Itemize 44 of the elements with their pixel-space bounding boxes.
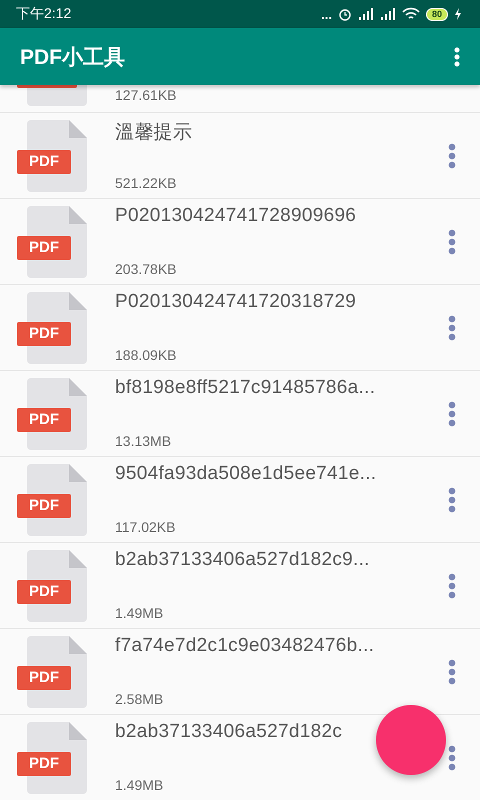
file-size: 1.49MB — [115, 776, 164, 792]
app-title: PDF小工具 — [20, 44, 125, 70]
file-size: 1.49MB — [115, 604, 164, 620]
file-size: 117.02KB — [115, 518, 176, 534]
charging-icon — [454, 8, 462, 20]
more-options-icon[interactable] — [448, 314, 456, 340]
file-size: 521.22KB — [115, 174, 178, 190]
file-name: 9504fa93da508e1d5ee741e... — [115, 462, 378, 484]
signal-icon — [358, 8, 374, 20]
file-row[interactable]: PDF P020130424741720318729 188.09KB — [0, 285, 480, 371]
notification-dots: ... — [321, 6, 332, 22]
file-row[interactable]: PDF 溫馨提示 521.22KB — [0, 113, 480, 199]
file-name: 溫馨提示 — [115, 120, 194, 144]
file-name: b2ab37133406a527d182c9... — [115, 548, 371, 570]
file-row[interactable]: PDF 9504fa93da508e1d5ee741e... 117.02KB — [0, 457, 480, 543]
file-name: bf8198e8ff5217c91485786a... — [115, 376, 376, 398]
file-row[interactable]: PDF P020130424741728909696 203.78KB — [0, 199, 480, 285]
more-options-icon[interactable] — [448, 658, 456, 684]
file-size: 2.58MB — [115, 690, 164, 706]
signal-icon — [380, 8, 396, 20]
file-size: 203.78KB — [115, 260, 178, 276]
file-size: 13.13MB — [115, 432, 172, 448]
more-options-icon[interactable] — [448, 400, 456, 426]
more-options-icon[interactable] — [448, 744, 456, 770]
file-size: 127.61KB — [115, 86, 178, 102]
battery-indicator: 80 — [426, 8, 448, 20]
file-row[interactable]: PDF b2ab37133406a527d182c9... 1.49MB — [0, 543, 480, 629]
wifi-icon — [402, 7, 420, 21]
file-name: P020130424741728909696 — [115, 204, 358, 226]
file-name: b2ab37133406a527d182c — [115, 720, 344, 742]
file-name: P020130424741720318729 — [115, 290, 358, 312]
more-options-icon[interactable] — [448, 142, 456, 168]
file-name: f7a74e7d2c1c9e03482476b... — [115, 634, 376, 656]
file-row[interactable]: 127.61KB — [0, 85, 480, 113]
more-options-icon[interactable] — [448, 228, 456, 254]
clock-time: 下午2:12 — [16, 5, 72, 23]
file-size: 188.09KB — [115, 346, 178, 362]
overflow-menu-icon[interactable] — [454, 46, 460, 66]
file-row[interactable]: PDF f7a74e7d2c1c9e03482476b... 2.58MB — [0, 629, 480, 715]
alarm-icon — [338, 7, 352, 21]
more-options-icon[interactable] — [448, 572, 456, 598]
more-options-icon[interactable] — [448, 486, 456, 512]
floating-action-button[interactable] — [376, 705, 446, 775]
file-row[interactable]: PDF bf8198e8ff5217c91485786a... 13.13MB — [0, 371, 480, 457]
